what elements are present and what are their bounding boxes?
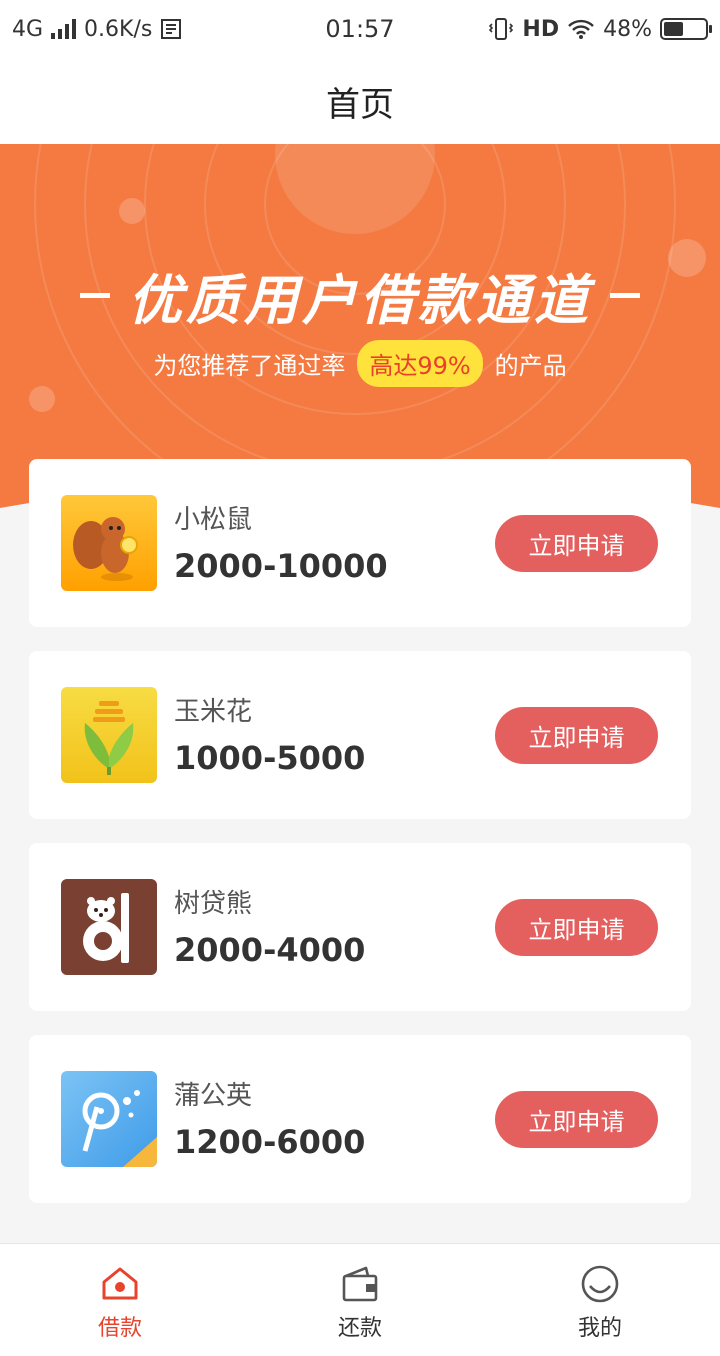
banner-title: 优质用户借款通道 bbox=[0, 256, 720, 335]
network-label: 4G bbox=[12, 16, 44, 42]
tab-label: 借款 bbox=[97, 1316, 142, 1341]
squirrel-icon bbox=[61, 495, 157, 591]
product-card[interactable]: 蒲公英 1200-6000 立即申请 bbox=[29, 1035, 691, 1203]
product-name: 小松鼠 bbox=[174, 505, 253, 535]
tab-mine[interactable]: 我的 bbox=[480, 1244, 720, 1356]
product-name: 蒲公英 bbox=[174, 1081, 253, 1111]
battery-percent: 48% bbox=[603, 16, 652, 42]
tab-borrow[interactable]: 借款 bbox=[0, 1244, 240, 1356]
wifi-icon bbox=[568, 19, 594, 39]
battery-icon bbox=[660, 18, 712, 40]
loan-range: 2000-4000 bbox=[174, 931, 366, 969]
network-speed: 0.6K/s bbox=[84, 16, 153, 42]
product-card[interactable]: 玉米花 1000-5000 立即申请 bbox=[29, 651, 691, 819]
nav-bar: 首页 bbox=[0, 58, 720, 144]
hd-label: HD bbox=[522, 16, 560, 42]
sim-icon bbox=[161, 19, 182, 39]
product-name: 树贷熊 bbox=[174, 889, 253, 919]
status-bar-right: HD 48% bbox=[428, 16, 712, 42]
wallet-icon bbox=[342, 1266, 378, 1302]
loan-range: 2000-10000 bbox=[174, 547, 388, 585]
bear-icon bbox=[61, 879, 157, 975]
apply-button[interactable]: 立即申请 bbox=[495, 515, 658, 572]
title-dash-right bbox=[610, 293, 640, 298]
battery-level bbox=[664, 22, 684, 36]
bottom-tab-bar: 借款 还款 我的 bbox=[0, 1243, 720, 1356]
loan-range: 1200-6000 bbox=[174, 1123, 366, 1161]
home-icon bbox=[102, 1267, 138, 1300]
smile-icon bbox=[581, 1265, 619, 1303]
signal-icon bbox=[51, 19, 77, 39]
apply-button[interactable]: 立即申请 bbox=[495, 707, 658, 764]
subtitle-before: 为您推荐了通过率 bbox=[153, 352, 346, 380]
corn-icon bbox=[61, 687, 157, 783]
product-card[interactable]: 树贷熊 2000-4000 立即申请 bbox=[29, 843, 691, 1011]
status-bar: 4G 0.6K/s 01:57 HD 48% bbox=[0, 0, 720, 58]
title-dash-left bbox=[80, 293, 110, 298]
product-name: 玉米花 bbox=[174, 697, 253, 727]
tab-label: 还款 bbox=[337, 1316, 382, 1341]
page-title: 首页 bbox=[326, 84, 394, 125]
loan-range: 1000-5000 bbox=[174, 739, 366, 777]
tab-repay[interactable]: 还款 bbox=[240, 1244, 480, 1356]
apply-button[interactable]: 立即申请 bbox=[495, 1091, 658, 1148]
product-card[interactable]: 小松鼠 2000-10000 立即申请 bbox=[29, 459, 691, 627]
banner-subtitle: 为您推荐了通过率 高达99% 的产品 bbox=[0, 340, 720, 387]
apply-button[interactable]: 立即申请 bbox=[495, 899, 658, 956]
tab-label: 我的 bbox=[577, 1316, 622, 1341]
banner-title-text: 优质用户借款通道 bbox=[128, 269, 592, 332]
dandelion-icon bbox=[61, 1071, 157, 1167]
subtitle-after: 的产品 bbox=[494, 352, 567, 380]
clock: 01:57 bbox=[325, 15, 395, 43]
pass-rate-badge: 高达99% bbox=[357, 340, 483, 387]
banner: 优质用户借款通道 为您推荐了通过率 高达99% 的产品 bbox=[0, 144, 720, 508]
vibrate-icon bbox=[489, 18, 514, 40]
status-bar-left: 4G 0.6K/s bbox=[12, 17, 292, 42]
